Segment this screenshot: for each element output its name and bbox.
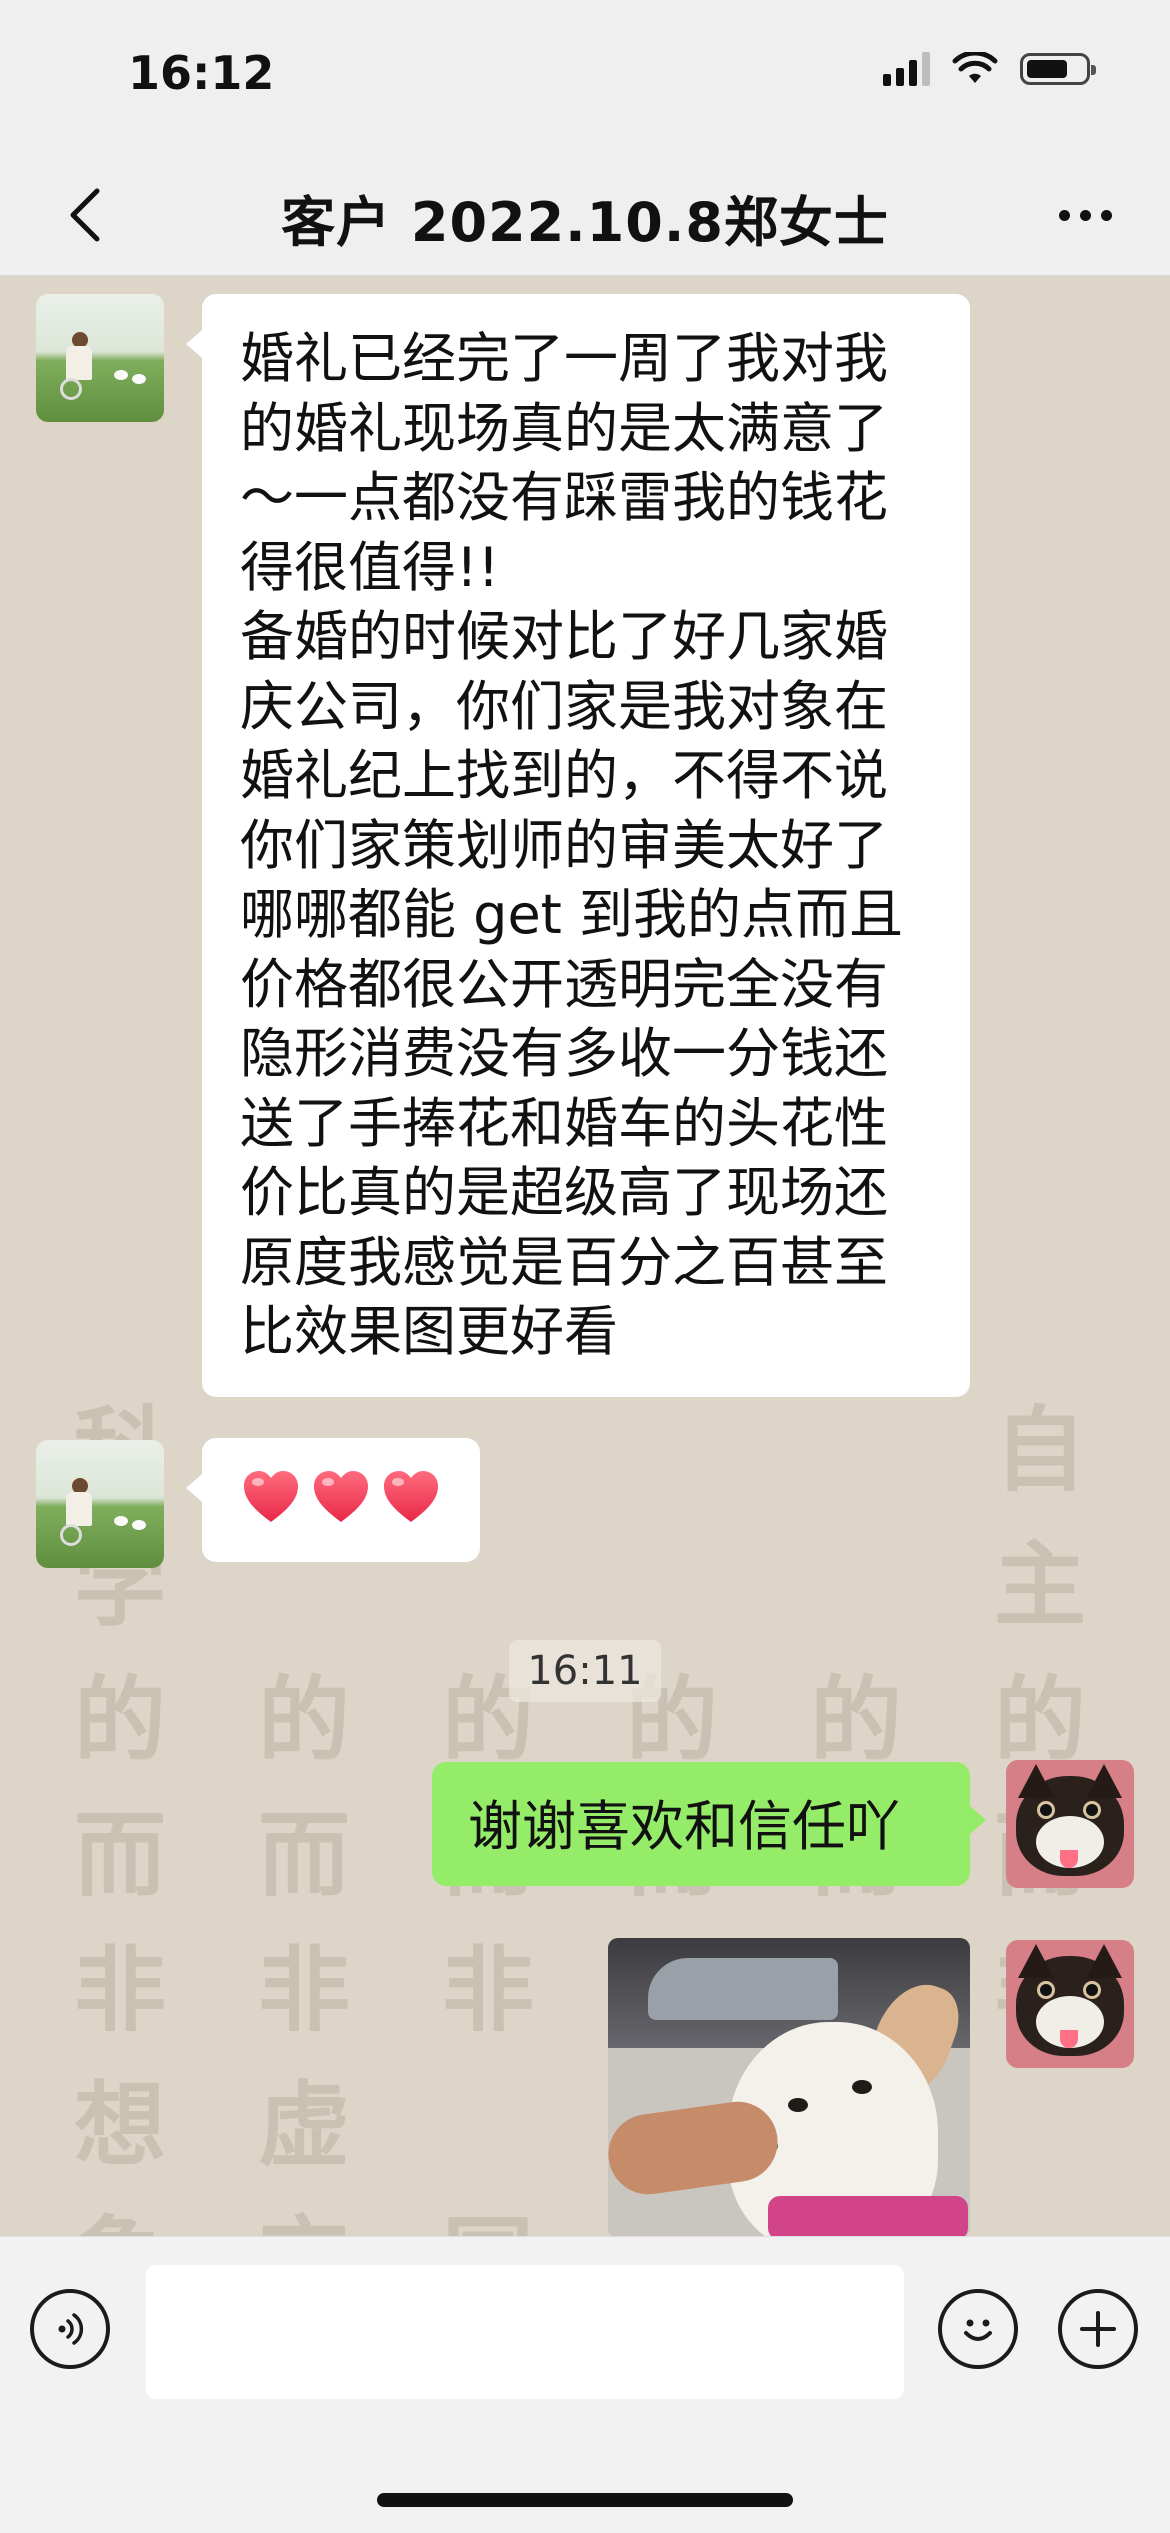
watermark-char: 非 [257, 1936, 350, 2044]
plus-icon [1080, 2311, 1116, 2347]
voice-icon [58, 2313, 84, 2345]
red-heart-icon [380, 1466, 442, 1528]
watermark-char: 主 [993, 1531, 1086, 1639]
home-indicator [377, 2493, 793, 2507]
message-text: 谢谢喜欢和信任吖 [468, 1795, 900, 1858]
watermark-char [980, 2186, 1100, 2236]
watermark-char: 虚 [257, 2071, 350, 2179]
heart-emojis [202, 1438, 480, 1556]
watermark-char: 非 [441, 1936, 534, 2044]
message-text: 婚礼已经完了一周了我对我的婚礼现场真的是太满意了～一点都没有踩雷我的钱花得很值得… [240, 327, 904, 1363]
contact-avatar[interactable] [36, 294, 164, 422]
my-avatar[interactable] [1006, 1940, 1134, 2068]
more-dots-icon [1058, 209, 1070, 221]
chat-area[interactable]: 科自学主的的的的的的而而而而而而非非非非非非想虚象交国的的的的 婚礼已经完了一周… [0, 276, 1170, 2236]
message-input[interactable] [146, 2265, 904, 2399]
watermark-char [796, 1511, 916, 1646]
watermark-char [428, 2051, 548, 2186]
watermark-char: 的 [73, 1666, 166, 1774]
red-heart-icon [240, 1466, 302, 1528]
emoji-button[interactable] [938, 2289, 1018, 2369]
plus-button[interactable] [1058, 2289, 1138, 2369]
red-heart-icon [310, 1466, 372, 1528]
wifi-icon [952, 52, 998, 83]
emoji-icon [964, 2319, 992, 2341]
my-avatar[interactable] [1006, 1760, 1134, 1888]
watermark-char [612, 1511, 732, 1646]
cellular-signal-icon [883, 52, 930, 86]
status-bar: 16:12 [0, 0, 1170, 150]
watermark-char: 国 [428, 2186, 548, 2236]
battery-level [1027, 60, 1067, 78]
voice-button[interactable] [30, 2289, 110, 2369]
chat-header: 客户 2022.10.8郑女士 [0, 150, 1170, 276]
watermark-char [980, 2051, 1100, 2186]
chihuahua-photo[interactable] [608, 1938, 970, 2236]
battery-icon [1020, 53, 1096, 85]
watermark-char: 的 [257, 1666, 350, 1774]
message-bubble-sent[interactable]: 谢谢喜欢和信任吖 [432, 1762, 986, 1886]
watermark-char: 象 [60, 2186, 180, 2236]
status-icons [883, 52, 1096, 86]
watermark-char: 非 [73, 1936, 166, 2044]
watermark-char: 想 [73, 2071, 166, 2179]
message-bubble-received-emoji[interactable] [186, 1438, 480, 1562]
message-timestamp: 16:11 [509, 1640, 661, 1702]
input-bar [0, 2236, 1170, 2533]
status-time: 16:12 [128, 46, 275, 100]
watermark-char: 而 [73, 1801, 166, 1909]
message-bubble-received[interactable]: 婚礼已经完了一周了我对我的婚礼现场真的是太满意了～一点都没有踩雷我的钱花得很值得… [186, 294, 970, 1397]
chat-title: 客户 2022.10.8郑女士 [281, 191, 889, 254]
watermark-char: 交 [244, 2186, 364, 2236]
more-button[interactable] [1040, 180, 1130, 250]
watermark-char: 自 [993, 1396, 1086, 1504]
watermark-char: 的 [809, 1666, 902, 1774]
contact-avatar[interactable] [36, 1440, 164, 1568]
watermark-char: 而 [257, 1801, 350, 1909]
